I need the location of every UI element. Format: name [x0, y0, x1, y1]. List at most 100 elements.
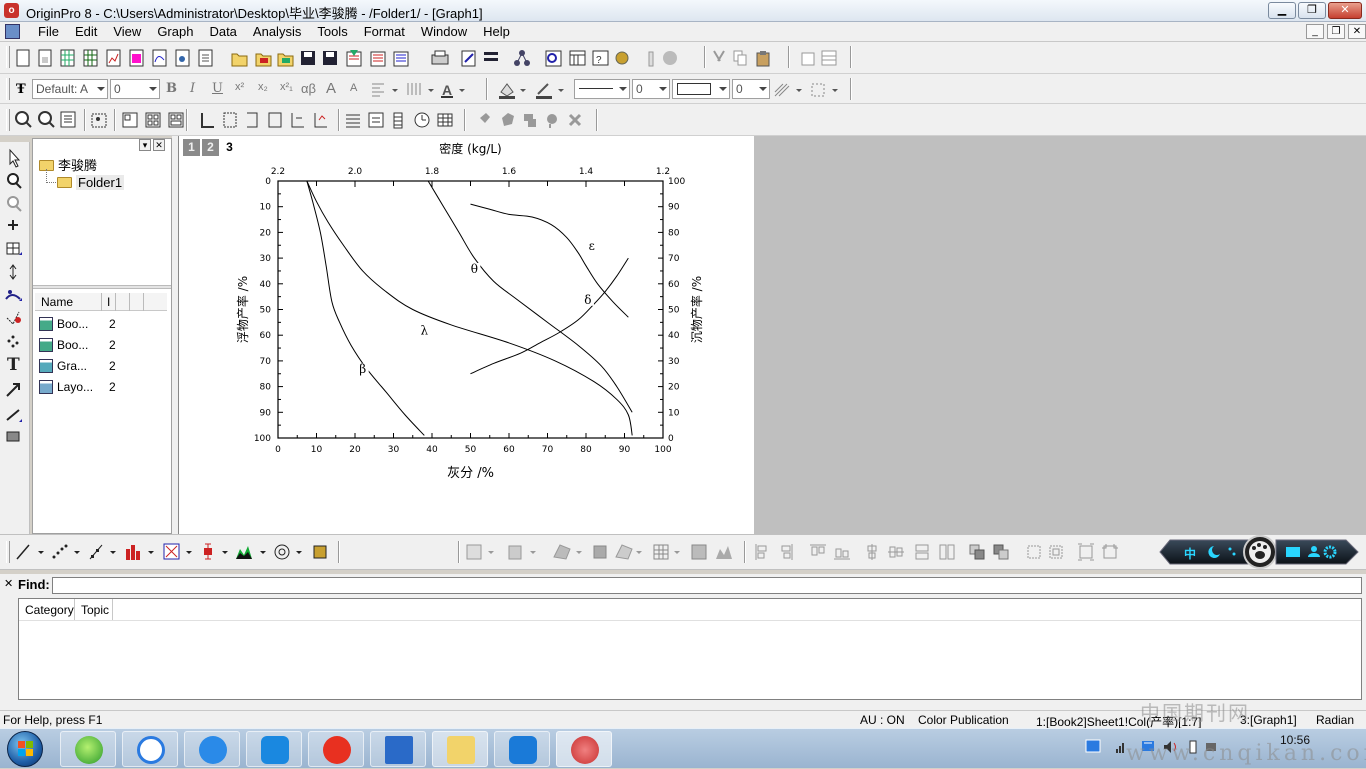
axis-scale-icon[interactable] — [314, 113, 327, 128]
heatmap-icon[interactable] — [716, 546, 732, 559]
explorer-close-button[interactable]: ✕ — [153, 139, 165, 151]
import-wizard-icon[interactable] — [393, 51, 409, 67]
duplicate-icon[interactable] — [461, 50, 476, 67]
text-tool-icon[interactable]: T — [7, 355, 20, 375]
axis-frame-icon[interactable] — [268, 112, 282, 128]
subscript-button[interactable]: x₂ — [258, 81, 268, 93]
layout-3-icon[interactable] — [168, 112, 184, 128]
cut-icon[interactable] — [713, 50, 725, 62]
draw-points-tool-icon[interactable] — [7, 335, 19, 348]
3d-bar-icon[interactable] — [508, 545, 536, 560]
ime-left-panel[interactable] — [1159, 539, 1249, 565]
open-icon[interactable] — [231, 53, 248, 67]
zoom-out-tool-icon[interactable] — [7, 196, 22, 212]
frame-icon[interactable] — [1102, 544, 1118, 559]
line-style-combo[interactable] — [574, 79, 630, 99]
fill-pattern-combo[interactable] — [672, 79, 730, 99]
axis-right-icon[interactable] — [247, 112, 258, 128]
box-plot-icon[interactable] — [204, 543, 228, 560]
fill-color-icon[interactable] — [499, 83, 526, 99]
file-list-item[interactable]: Boo... 2 — [39, 317, 116, 331]
import-ascii-icon[interactable] — [346, 50, 362, 67]
add-layer-icon[interactable] — [801, 52, 815, 66]
axis-box-icon[interactable] — [223, 112, 237, 128]
line-width-combo[interactable]: 0 — [632, 79, 670, 99]
table-icon[interactable] — [437, 113, 453, 127]
menu-tools[interactable]: Tools — [309, 24, 355, 39]
tree-folder[interactable]: Folder1 — [57, 175, 125, 190]
menu-data[interactable]: Data — [201, 24, 244, 39]
column-plot-icon[interactable] — [126, 545, 154, 560]
menu-edit[interactable]: Edit — [67, 24, 105, 39]
taskbar-pps[interactable] — [246, 731, 302, 767]
menu-file[interactable]: File — [30, 24, 67, 39]
polar-plot-icon[interactable] — [274, 544, 302, 560]
toolbar-grip[interactable] — [6, 541, 10, 563]
results-log-icon[interactable] — [545, 50, 562, 67]
greek-button[interactable]: αβ — [301, 81, 316, 96]
mdi-minimize-button[interactable]: _ — [1306, 24, 1324, 39]
hatch-pattern-icon[interactable] — [774, 83, 802, 97]
zoom-tool-icon[interactable] — [7, 173, 22, 189]
toolbar-grip[interactable] — [6, 109, 10, 131]
contour-icon[interactable] — [653, 544, 680, 560]
custom-routine-icon[interactable] — [615, 51, 629, 65]
axis-offset-icon[interactable] — [291, 113, 304, 128]
menu-format[interactable]: Format — [356, 24, 413, 39]
toolbar-grip[interactable] — [6, 78, 10, 100]
taskbar-explorer[interactable] — [432, 731, 488, 767]
new-workbook-icon[interactable] — [60, 49, 75, 67]
explorer-dropdown-button[interactable]: ▾ — [139, 139, 151, 151]
ime-keyboard-icon[interactable] — [1286, 547, 1300, 557]
italic-button[interactable]: I — [190, 81, 195, 96]
tray-image-icon[interactable] — [1085, 739, 1101, 753]
bold-button[interactable]: B — [166, 81, 177, 96]
layout-1-icon[interactable] — [122, 112, 138, 128]
new-matrix-icon[interactable] — [129, 49, 144, 67]
import-multiple-icon[interactable] — [370, 51, 386, 67]
rescale-axes-icon[interactable] — [91, 113, 107, 128]
taskbar-video[interactable] — [370, 731, 426, 767]
anchor-icon[interactable] — [1078, 543, 1094, 561]
increase-font-button[interactable]: A — [326, 80, 336, 97]
code-builder-icon[interactable]: ? — [592, 50, 609, 66]
fill-value-combo[interactable]: 0 — [732, 79, 770, 99]
mask-tool-icon[interactable] — [6, 311, 21, 325]
save-project-icon[interactable] — [301, 51, 315, 65]
print-icon[interactable] — [431, 50, 449, 65]
axis-l-icon[interactable] — [201, 113, 214, 128]
color-scale-icon[interactable] — [393, 112, 403, 129]
object-edit-1-icon[interactable] — [480, 113, 490, 123]
line-symbol-plot-icon[interactable] — [89, 544, 116, 560]
data-selector-tool-icon[interactable] — [9, 264, 17, 280]
timestamp-icon[interactable] — [414, 112, 430, 128]
taskbar-cloud1[interactable] — [122, 731, 178, 767]
decrease-font-button[interactable]: A — [350, 82, 357, 94]
rescale-icon[interactable] — [663, 51, 677, 65]
origin-app-icon[interactable]: o — [4, 3, 19, 18]
area-plot-icon[interactable] — [236, 546, 266, 559]
new-graph-icon[interactable] — [106, 49, 121, 67]
menu-analysis[interactable]: Analysis — [245, 24, 309, 39]
3d-wall-icon[interactable] — [615, 544, 642, 560]
align-center-h-icon[interactable] — [888, 546, 904, 558]
column-name-header[interactable]: Name — [41, 295, 73, 309]
new-notes-icon[interactable] — [198, 49, 213, 67]
scatter-plot-icon[interactable] — [52, 544, 81, 559]
menu-view[interactable]: View — [105, 24, 149, 39]
file-list-item[interactable]: Gra... 2 — [39, 359, 116, 373]
object-edit-3-icon[interactable] — [524, 114, 536, 127]
ime-chinese-icon[interactable]: 中 — [1184, 546, 1196, 561]
mdi-close-button[interactable]: ✕ — [1348, 24, 1366, 39]
align-bottom-objects-icon[interactable] — [834, 548, 850, 560]
template-plot-icon[interactable] — [313, 545, 327, 559]
menu-window[interactable]: Window — [413, 24, 475, 39]
taskbar-music[interactable] — [308, 731, 364, 767]
taskbar-origin[interactable] — [556, 731, 612, 767]
minimize-button[interactable]: ▁ — [1268, 2, 1296, 19]
save-window-icon[interactable] — [323, 51, 337, 65]
pointer-tool-icon[interactable] — [9, 148, 21, 168]
paste-icon[interactable] — [756, 51, 770, 67]
line-plot-icon[interactable] — [16, 544, 44, 560]
ungroup-icon[interactable] — [1049, 545, 1063, 559]
